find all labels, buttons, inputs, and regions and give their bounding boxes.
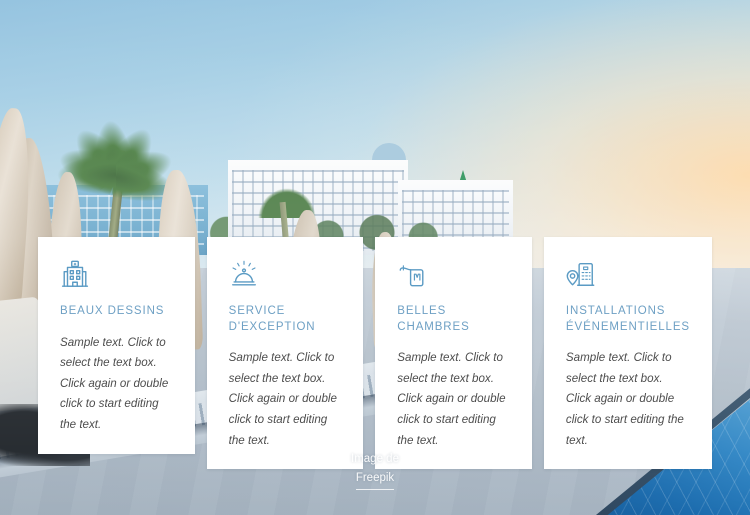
feature-card-body: Sample text. Click to select the text bo…	[228, 351, 337, 447]
hotel-building-icon	[60, 259, 173, 289]
feature-card-beaux-dessins[interactable]: BEAUX DESSINS Sample text. Click to sele…	[38, 237, 195, 454]
service-bell-icon	[229, 259, 342, 289]
feature-card-body: Sample text. Click to select the text bo…	[60, 335, 169, 432]
feature-card-title: SERVICE D'EXCEPTION	[228, 305, 316, 333]
image-credit: Image de Freepik	[0, 450, 750, 490]
door-hanger-key-tag-icon	[397, 259, 510, 289]
page-root: BEAUX DESSINS Sample text. Click to sele…	[0, 0, 750, 515]
feature-card-belles-chambres[interactable]: BELLES CHAMBRES Sample text. Click to se…	[375, 237, 532, 470]
feature-card-installations-evenementielles[interactable]: INSTALLATIONS ÉVÉNEMENTIELLES Sample tex…	[543, 237, 712, 470]
feature-card-title: INSTALLATIONS ÉVÉNEMENTIELLES	[565, 305, 690, 333]
feature-card-service-dexception[interactable]: SERVICE D'EXCEPTION Sample text. Click t…	[206, 237, 364, 470]
feature-card-body: Sample text. Click to select the text bo…	[397, 351, 506, 447]
image-credit-prefix: Image de	[351, 453, 399, 465]
feature-card-title: BEAUX DESSINS	[60, 305, 165, 317]
feature-card-row: BEAUX DESSINS Sample text. Click to sele…	[38, 237, 712, 470]
freepik-link[interactable]: Freepik	[355, 469, 395, 490]
map-pin-hotel-icon	[566, 259, 690, 289]
feature-card-body: Sample text. Click to select the text bo…	[565, 351, 684, 447]
feature-card-title: BELLES CHAMBRES	[397, 305, 470, 333]
